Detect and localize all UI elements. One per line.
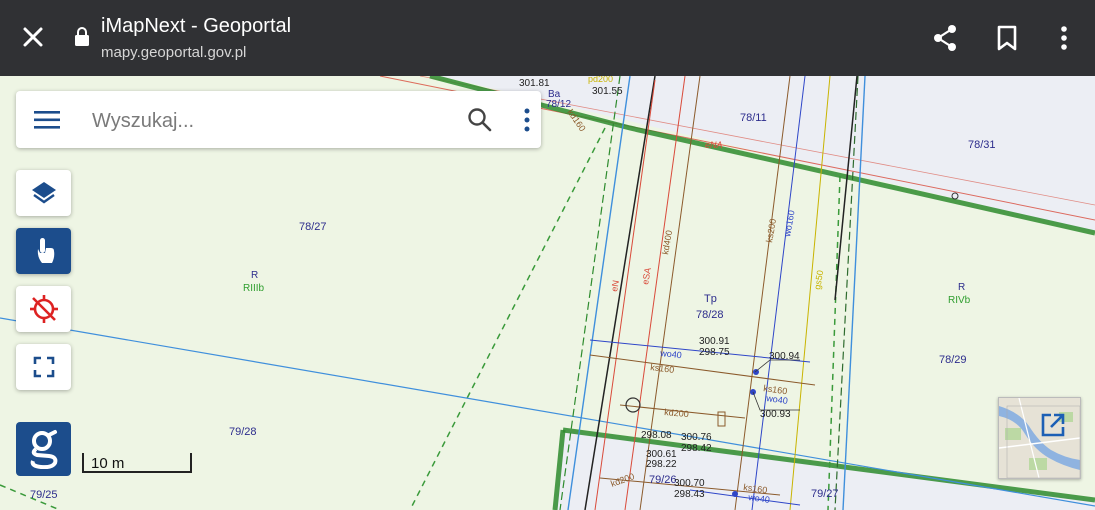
overview-map[interactable] (998, 397, 1081, 479)
page-title: iMapNext - Geoportal (101, 15, 292, 37)
elevation-label: 298.43 (674, 489, 705, 500)
geoportal-logo (30, 430, 57, 469)
parcel-79-27[interactable]: 79/27 (811, 488, 839, 500)
elevation-label: 298.08 (641, 430, 672, 441)
land-use-tp: Tp (704, 293, 717, 305)
land-use-r-left: R (251, 270, 258, 281)
search-icon[interactable] (466, 106, 494, 134)
parcel-78-29[interactable]: 78/29 (939, 354, 967, 366)
elevation-label: 300.93 (760, 409, 791, 420)
more-vertical-icon[interactable] (516, 106, 538, 134)
geoportal-logo-button[interactable] (16, 422, 71, 476)
land-use-r-right: R (958, 282, 965, 293)
elevation-label: 300.70 (674, 478, 705, 489)
scale-bar: 10 m (82, 453, 194, 477)
elevation-label: 300.94 (769, 351, 800, 362)
parcel-78-28[interactable]: 78/28 (696, 309, 724, 321)
label-pd200: pd200 (588, 76, 613, 84)
elevation-label: 298.42 (681, 443, 712, 454)
label-kd200-a: kd200 (664, 407, 689, 419)
touch-info-button[interactable] (16, 228, 71, 274)
parcel-78-27[interactable]: 78/27 (299, 221, 327, 233)
elevation-label: 300.76 (681, 432, 712, 443)
parcel-79-28[interactable]: 79/28 (229, 426, 257, 438)
parcel-79-25[interactable]: 79/25 (30, 489, 58, 501)
land-use-rivb: RIVb (948, 295, 971, 306)
elevation-label: 300.91 (699, 336, 730, 347)
close-icon[interactable] (18, 22, 48, 52)
scale-bar-label: 10 m (91, 455, 125, 472)
land-use-ba: Ba (548, 89, 561, 100)
search-bar (16, 91, 541, 148)
elevation-label: 298.22 (646, 459, 677, 470)
more-vertical-icon[interactable] (1048, 22, 1080, 54)
elevation-label: 301.81 (519, 78, 550, 89)
gps-off-button[interactable] (16, 286, 71, 332)
parcel-79-26[interactable]: 79/26 (649, 474, 677, 486)
page-url[interactable]: mapy.geoportal.gov.pl (101, 44, 246, 61)
bookmark-icon[interactable] (991, 22, 1023, 54)
share-icon[interactable] (929, 22, 961, 54)
elevation-label: 301.55 (592, 86, 623, 97)
layers-icon (31, 182, 56, 204)
search-input[interactable] (90, 105, 454, 137)
label-en: eN (609, 279, 621, 292)
label-ena: eNA (705, 140, 723, 150)
gps-off-icon (29, 295, 58, 323)
land-use-riiib: RIIIb (243, 283, 265, 294)
elevation-label: 298.75 (699, 347, 730, 358)
parcel-78-11[interactable]: 78/11 (740, 112, 767, 124)
fullscreen-icon (33, 356, 54, 378)
touch-info-icon (37, 238, 54, 263)
parcel-78-31[interactable]: 78/31 (968, 139, 996, 151)
lock-icon (75, 27, 89, 46)
parcel-78-12[interactable]: 78/12 (546, 99, 571, 110)
layers-button[interactable] (16, 170, 71, 216)
fullscreen-button[interactable] (16, 344, 71, 390)
browser-toolbar: iMapNext - Geoportal mapy.geoportal.gov.… (0, 0, 1095, 76)
open-external-icon[interactable] (1039, 411, 1067, 439)
menu-icon[interactable] (32, 107, 62, 133)
